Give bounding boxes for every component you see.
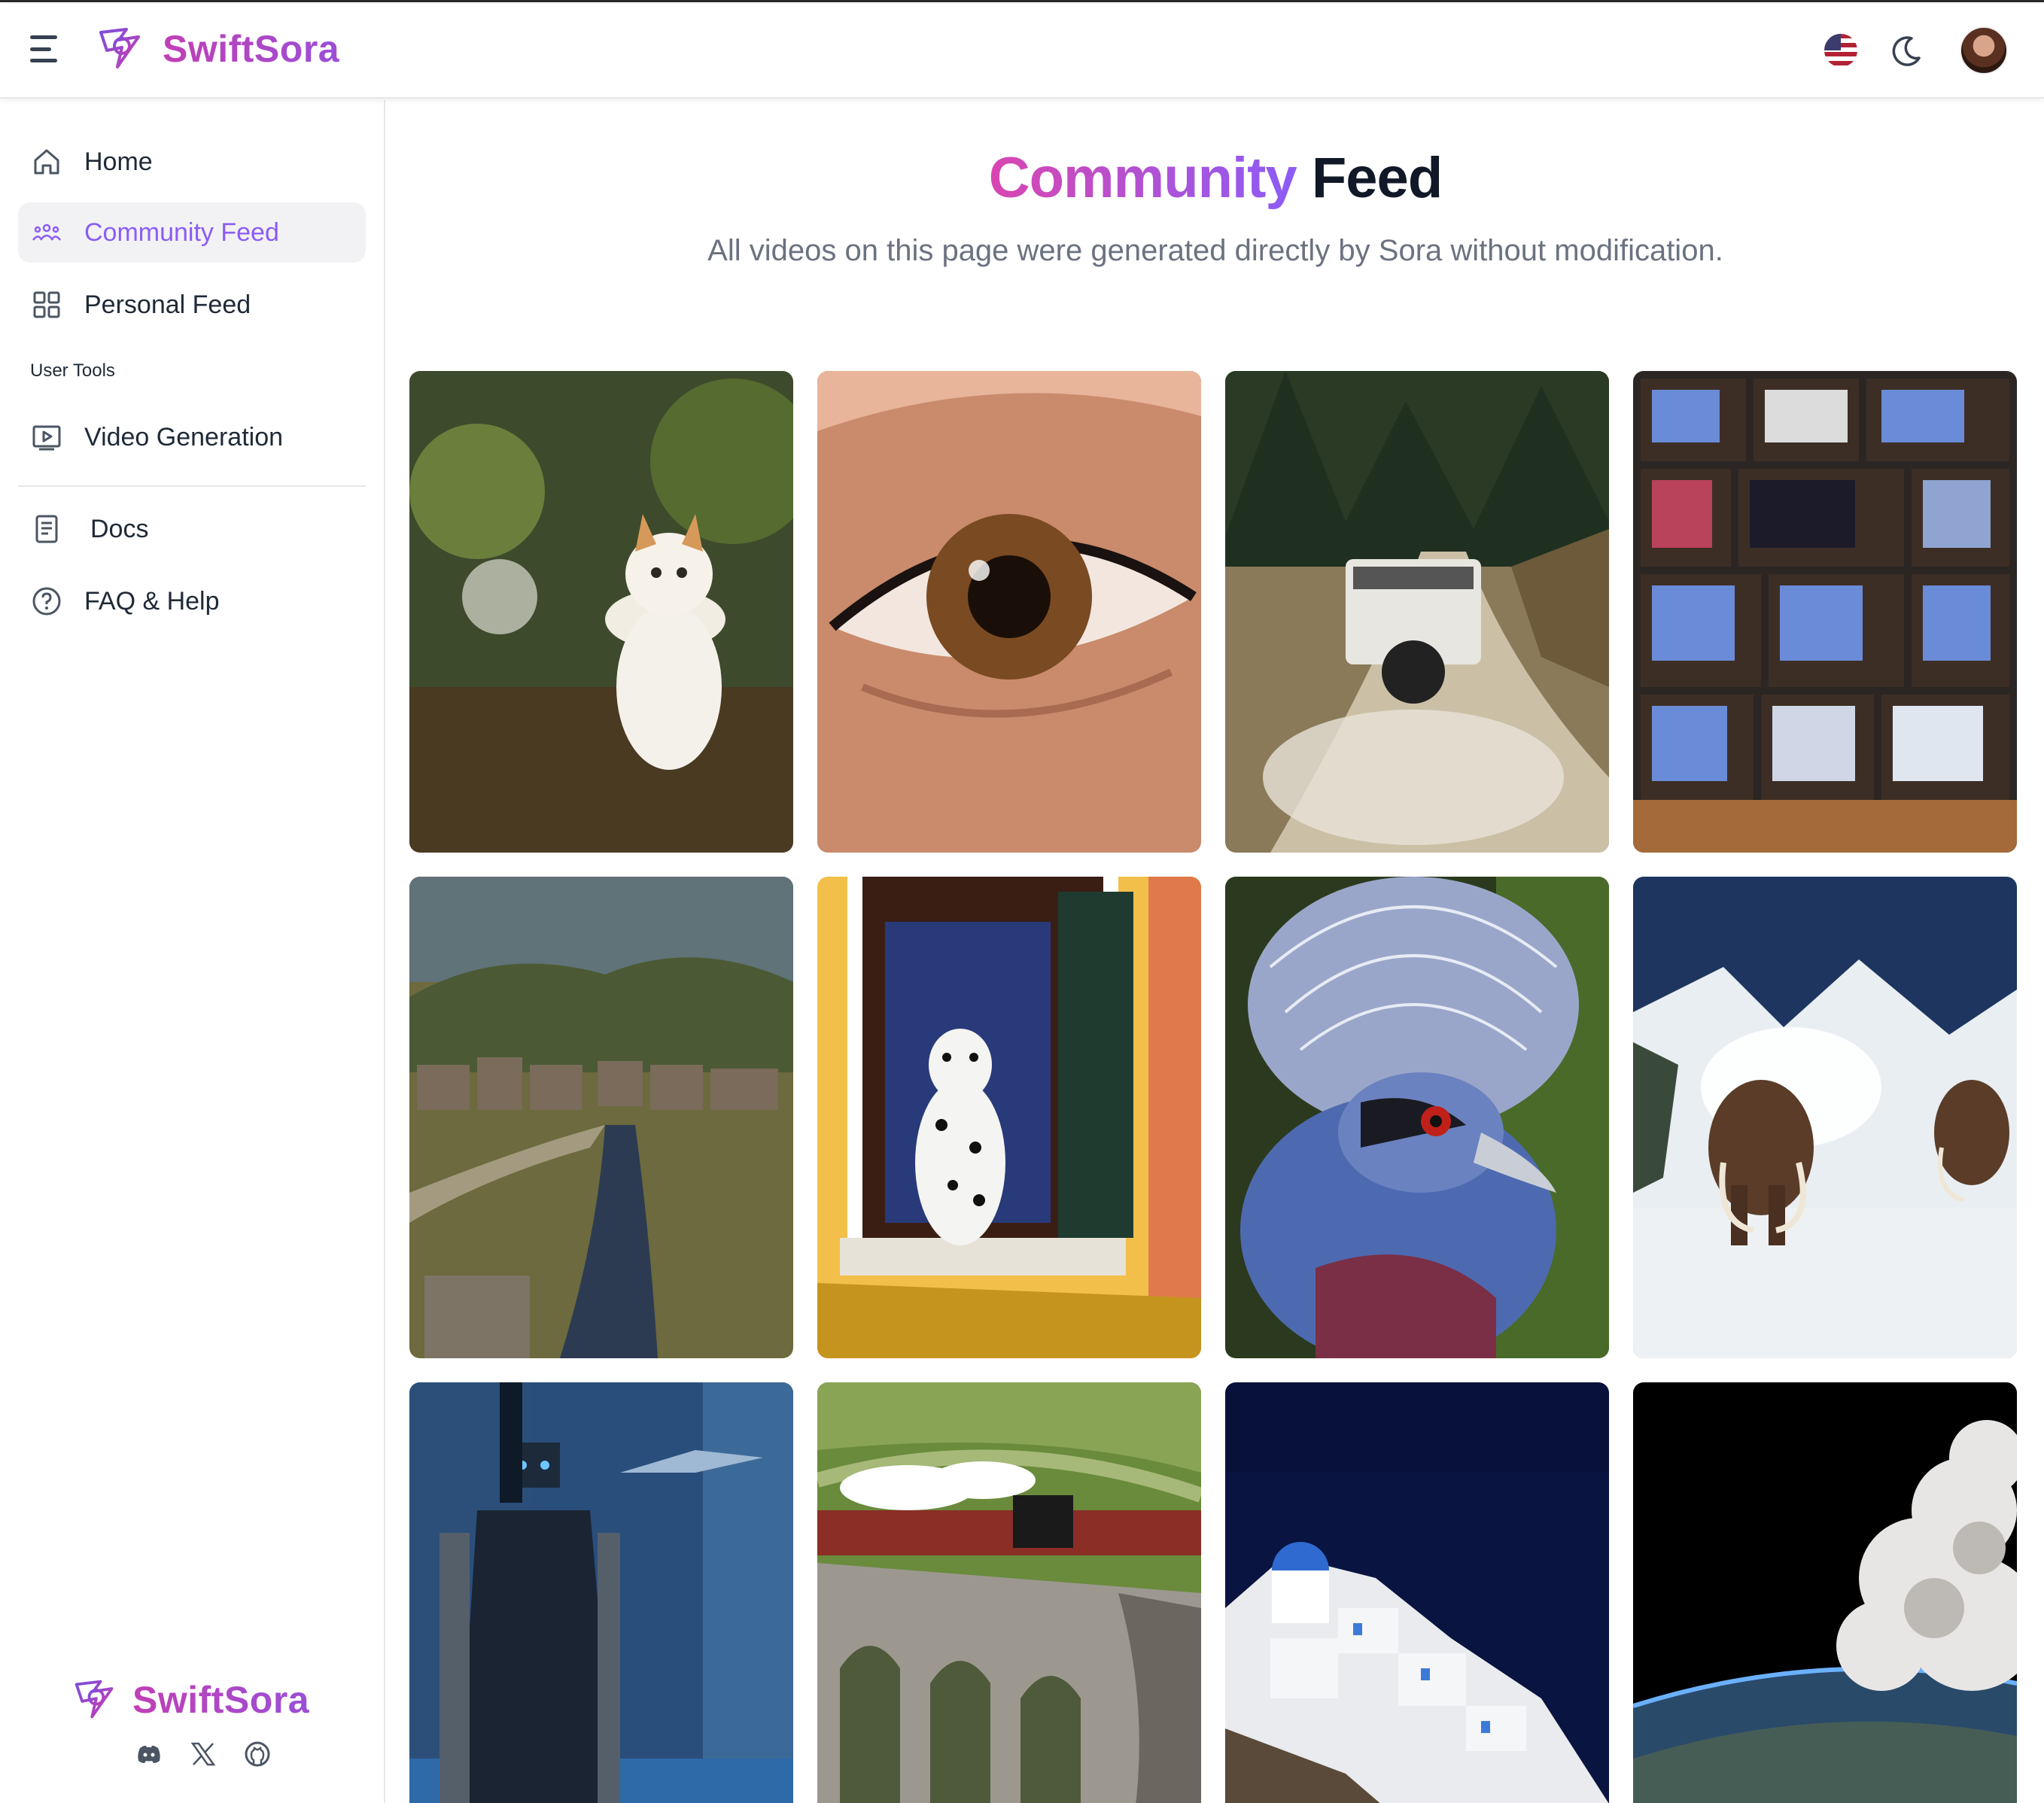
social-links	[135, 1741, 271, 1768]
sidebar: Home Community Feed Personal Feed User T…	[0, 100, 385, 1803]
avatar[interactable]	[1960, 26, 2008, 74]
sidebar-item-faq-help[interactable]: FAQ & Help	[18, 571, 366, 631]
discord-icon[interactable]	[135, 1741, 163, 1768]
video-thumbnail	[1225, 371, 1609, 853]
brand[interactable]: SwiftSora	[96, 25, 339, 73]
video-card-tvs[interactable]	[1633, 371, 2017, 853]
video-thumbnail	[1633, 1382, 2017, 1803]
sidebar-item-label: Community Feed	[84, 217, 279, 247]
document-icon	[35, 515, 58, 543]
question-icon	[32, 587, 61, 616]
video-card-train-viaduct[interactable]	[817, 1382, 1201, 1803]
video-card-space-cloud[interactable]	[1633, 1382, 2017, 1803]
title-accent: Community	[988, 146, 1297, 210]
section-label-user-tools: User Tools	[30, 360, 115, 381]
title-rest: Feed	[1311, 146, 1443, 210]
footer-brand-name: SwiftSora	[132, 1679, 310, 1721]
video-thumbnail	[409, 371, 793, 853]
video-thumbnail	[817, 877, 1201, 1358]
video-icon	[32, 425, 61, 451]
app-page: SwiftSora Home Community Feed Personal F…	[0, 0, 2044, 1803]
video-thumbnail	[1633, 371, 2017, 853]
sidebar-item-docs[interactable]: Docs	[18, 499, 366, 559]
video-thumbnail	[817, 1382, 1201, 1803]
sidebar-item-label: Docs	[90, 514, 149, 543]
sidebar-divider	[18, 485, 366, 487]
page-title: Community Feed	[387, 145, 2044, 211]
community-icon	[32, 223, 61, 241]
us-flag-icon[interactable]	[1824, 34, 1857, 67]
sidebar-item-label: Video Generation	[84, 422, 284, 452]
video-thumbnail	[817, 371, 1201, 853]
sidebar-item-personal-feed[interactable]: Personal Feed	[18, 275, 366, 335]
sidebar-item-video-generation[interactable]: Video Generation	[18, 407, 366, 467]
video-thumbnail	[409, 877, 793, 1358]
sidebar-footer-brand[interactable]: SwiftSora	[72, 1677, 309, 1722]
grid-icon	[33, 291, 60, 318]
video-thumbnail	[1633, 877, 2017, 1358]
sidebar-item-home[interactable]: Home	[18, 132, 366, 192]
top-header: SwiftSora	[0, 2, 2044, 99]
video-card-jeep[interactable]	[1225, 371, 1609, 853]
brand-name: SwiftSora	[163, 28, 340, 70]
video-card-santorini[interactable]	[1225, 1382, 1609, 1803]
swiftsora-logo-icon	[75, 1680, 114, 1719]
page-subtitle: All videos on this page were generated d…	[707, 234, 1723, 267]
video-card-robot[interactable]	[409, 1382, 793, 1803]
video-card-cat[interactable]	[409, 371, 793, 853]
sidebar-item-community-feed[interactable]: Community Feed	[18, 202, 366, 263]
menu-icon[interactable]	[30, 35, 63, 62]
video-thumbnail	[1225, 1382, 1609, 1803]
video-card-eye[interactable]	[817, 371, 1201, 853]
video-card-old-town[interactable]	[409, 877, 793, 1358]
sidebar-item-label: FAQ & Help	[84, 586, 220, 616]
home-icon	[34, 149, 59, 175]
moon-icon[interactable]	[1889, 32, 1925, 68]
video-thumbnail	[409, 1382, 793, 1803]
x-icon[interactable]	[190, 1741, 217, 1768]
sidebar-item-label: Personal Feed	[84, 290, 251, 319]
video-card-crowned-pigeon[interactable]	[1225, 877, 1609, 1358]
github-icon[interactable]	[244, 1741, 271, 1768]
main-content: Community Feed All videos on this page w…	[387, 100, 2044, 1803]
video-card-mammoths[interactable]	[1633, 877, 2017, 1358]
video-card-dalmatian[interactable]	[817, 877, 1201, 1358]
video-thumbnail	[1225, 877, 1609, 1358]
swiftsora-logo-icon	[99, 28, 140, 68]
sidebar-item-label: Home	[84, 147, 153, 176]
